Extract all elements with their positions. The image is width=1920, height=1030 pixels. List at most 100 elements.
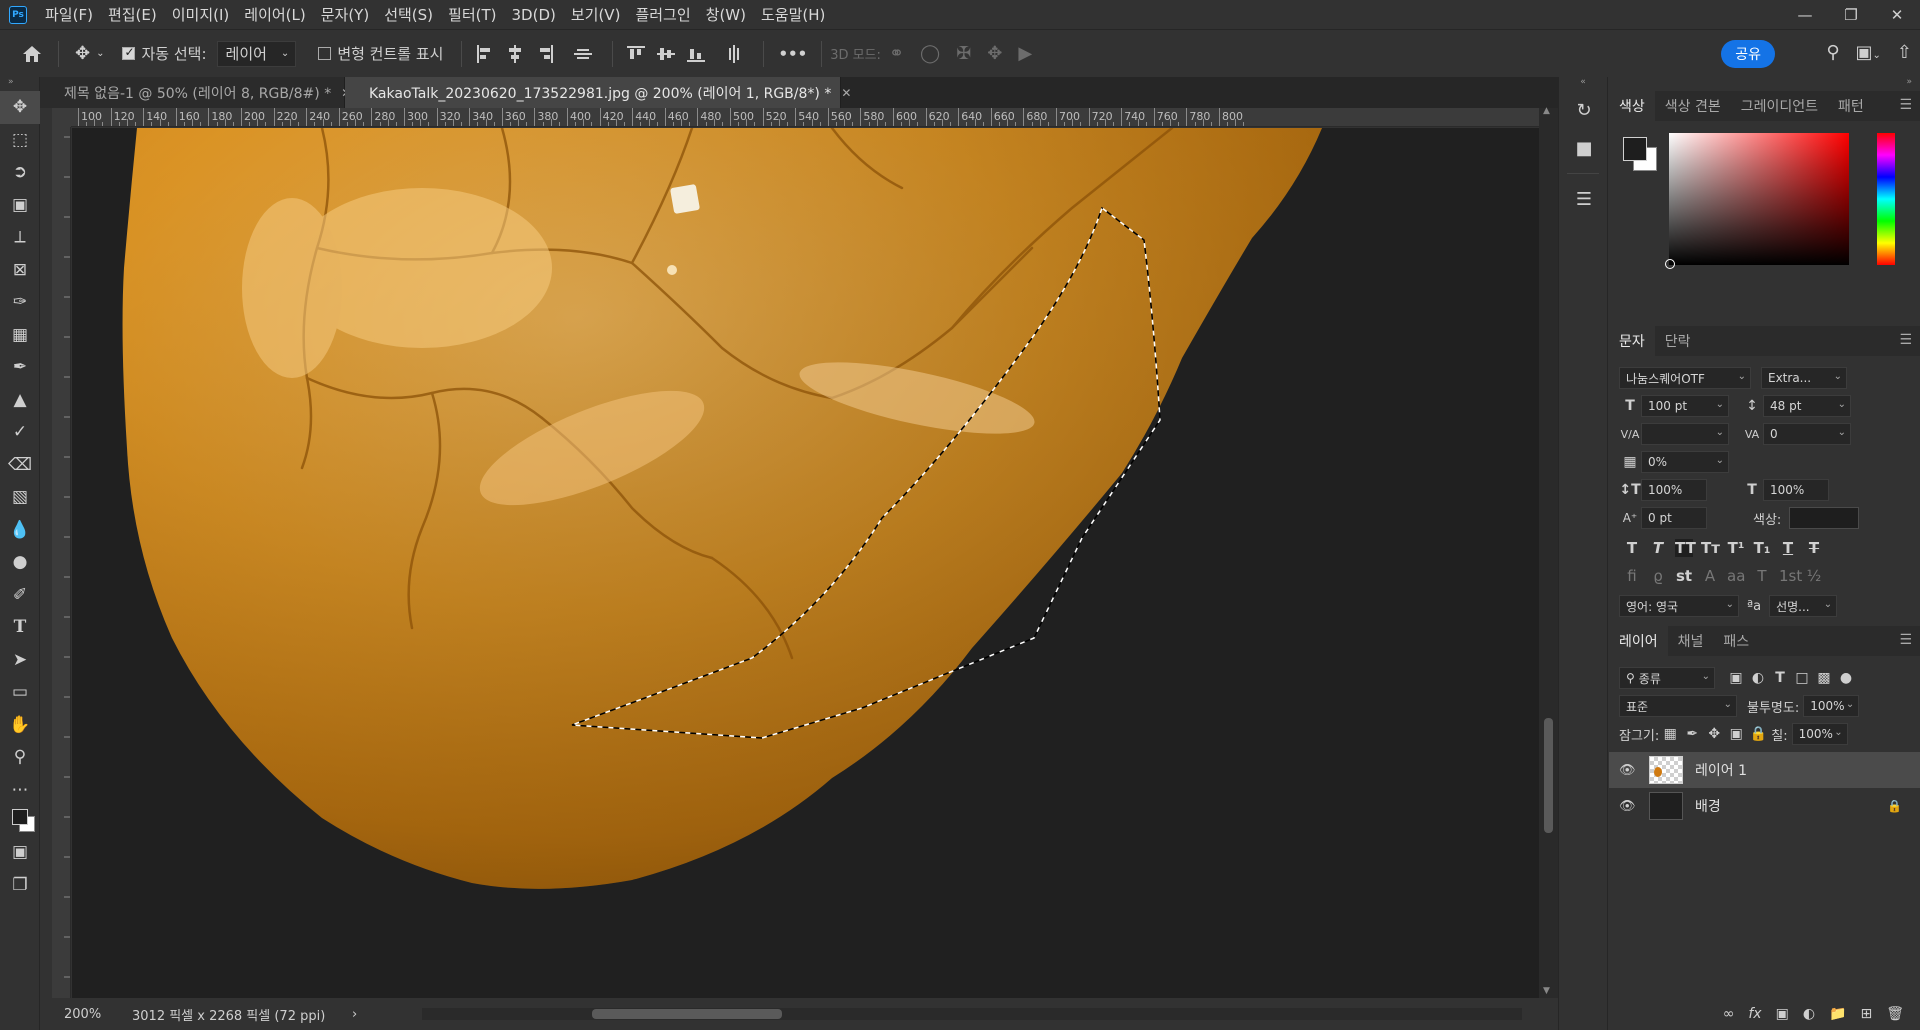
new-layer-icon[interactable]: ⊞ (1860, 1006, 1872, 1022)
horizontal-scrollbar[interactable] (422, 1008, 1522, 1020)
menu-layer[interactable]: 레이어(L) (244, 4, 305, 25)
close-tab-icon[interactable]: ✕ (841, 86, 851, 100)
antialias-select[interactable]: 선명... ⌄ (1769, 595, 1838, 617)
tab-layers[interactable]: 레이어 (1609, 626, 1668, 656)
distribute-vertical-icon[interactable] (725, 44, 743, 63)
align-top-icon[interactable] (627, 45, 646, 63)
zoom-tool-icon[interactable]: ⚲ (0, 741, 40, 774)
menu-view[interactable]: 보기(V) (571, 4, 621, 25)
tab-untitled-1[interactable]: 제목 없음-1 @ 50% (레이어 8, RGB/8#) * ✕ (40, 77, 351, 108)
adjustment-layer-icon[interactable]: ◐ (1803, 1006, 1815, 1022)
menu-type[interactable]: 문자(Y) (321, 4, 369, 25)
faux-italic-icon[interactable]: T (1649, 539, 1667, 557)
screen-mode-icon[interactable]: ❐ (0, 869, 40, 902)
expand-icon[interactable]: » (1609, 77, 1920, 91)
tracking-field[interactable]: 0 ⌄ (1763, 423, 1851, 445)
filter-type-icon[interactable]: T (1769, 670, 1791, 686)
align-bottom-icon[interactable] (687, 45, 706, 63)
eraser-tool-icon[interactable]: ⌫ (0, 449, 40, 482)
panel-menu-icon[interactable]: ☰ (1899, 97, 1912, 113)
leading-field[interactable]: 48 pt ⌄ (1763, 395, 1851, 417)
foreground-color-swatch[interactable] (1623, 137, 1647, 161)
menu-edit[interactable]: 편집(E) (108, 4, 157, 25)
lock-transparency-icon[interactable]: ▦ (1659, 726, 1681, 742)
tab-paths[interactable]: 패스 (1713, 626, 1759, 656)
rectangle-tool-icon[interactable]: ▭ (0, 676, 40, 709)
more-tools-icon[interactable]: ⋯ (0, 774, 40, 807)
type-tool-icon[interactable]: T (0, 611, 40, 644)
layer-row-background[interactable]: 👁 배경 🔒 (1609, 788, 1920, 824)
font-family-select[interactable]: 나눔스퀘어OTF ⌄ (1619, 367, 1751, 389)
history-icon[interactable]: ↻ (1559, 91, 1609, 129)
add-mask-icon[interactable]: ▣ (1776, 1006, 1789, 1022)
healing-tool-icon[interactable]: ▦ (0, 319, 40, 352)
color-picker-field[interactable] (1665, 133, 1849, 269)
horizontal-scale-field[interactable]: 100% (1763, 479, 1829, 501)
blur-tool-icon[interactable]: 💧 (0, 514, 40, 547)
visibility-eye-icon[interactable]: 👁 (1619, 799, 1641, 814)
fx-icon[interactable]: fx (1748, 1006, 1761, 1022)
menu-window[interactable]: 창(W) (706, 4, 746, 25)
move-tool-icon[interactable]: ✥ (0, 91, 40, 124)
visibility-eye-icon[interactable]: 👁 (1619, 763, 1641, 778)
zoom-level[interactable]: 200% (52, 1007, 112, 1022)
filter-smart-object-icon[interactable]: ▩ (1813, 670, 1835, 686)
auto-select-checkbox[interactable] (122, 45, 136, 60)
ruler-origin[interactable] (52, 108, 71, 127)
gradient-tool-icon[interactable]: ▧ (0, 481, 40, 514)
search-icon[interactable]: ⚲ (1826, 42, 1839, 63)
marquee-tool-icon[interactable]: ⬚ (0, 124, 40, 157)
hue-slider[interactable] (1877, 133, 1895, 265)
faux-bold-icon[interactable]: T (1623, 539, 1641, 557)
stamp-tool-icon[interactable]: ▲ (0, 384, 40, 417)
opacity-field[interactable]: 100% ⌄ (1803, 695, 1860, 717)
tab-swatches[interactable]: 색상 견본 (1655, 91, 1731, 121)
tab-channels[interactable]: 채널 (1668, 626, 1714, 656)
auto-select-dropdown[interactable]: 레이어 ⌄ (216, 40, 297, 67)
filter-adjustment-icon[interactable]: ◐ (1747, 670, 1769, 686)
strikethrough-icon[interactable]: T (1805, 539, 1823, 557)
panel-menu-icon[interactable]: ☰ (1899, 632, 1912, 648)
align-left-icon[interactable] (476, 44, 494, 63)
link-layers-icon[interactable]: ∞ (1723, 1006, 1735, 1022)
frame-tool-icon[interactable]: ⊠ (0, 254, 40, 287)
delete-layer-icon[interactable]: 🗑 (1886, 1006, 1904, 1022)
move-tool-icon[interactable]: ✥ ⌄ (75, 43, 104, 64)
lasso-tool-icon[interactable]: ➲ (0, 156, 40, 189)
panel-menu-icon[interactable]: ☰ (1899, 332, 1912, 348)
menu-filter[interactable]: 필터(T) (448, 4, 496, 25)
quick-mask-icon[interactable]: ▣ (0, 836, 40, 869)
adjustments-icon[interactable]: ☰ (1559, 180, 1609, 218)
small-caps-icon[interactable]: Tᴛ (1701, 539, 1720, 557)
minimize-icon[interactable]: — (1782, 0, 1828, 29)
tab-gradients[interactable]: 그레이디언트 (1731, 91, 1828, 121)
baseline-shift-field[interactable]: 0 pt (1641, 507, 1707, 529)
subscript-icon[interactable]: T₁ (1753, 539, 1771, 557)
lock-all-icon[interactable]: 🔒 (1747, 726, 1769, 742)
text-color-swatch[interactable] (1789, 507, 1860, 529)
object-select-tool-icon[interactable]: ▣ (0, 189, 40, 222)
color-picker-marker[interactable] (1665, 259, 1675, 269)
lock-image-icon[interactable]: ✒ (1681, 726, 1703, 742)
language-select[interactable]: 영어: 영국 ⌄ (1619, 595, 1739, 617)
lock-position-icon[interactable]: ✥ (1703, 726, 1725, 742)
distribute-icon[interactable] (574, 45, 593, 63)
tab-patterns[interactable]: 패턴 (1828, 91, 1874, 121)
brush-tool-icon[interactable]: ✒ (0, 351, 40, 384)
vertical-scrollbar[interactable]: ▲ ▼ (1539, 106, 1558, 998)
menu-3d[interactable]: 3D(D) (512, 6, 556, 24)
foreground-color-swatch[interactable] (12, 809, 28, 825)
vertical-scale-field[interactable]: 100% (1641, 479, 1707, 501)
tab-paragraph[interactable]: 단락 (1655, 326, 1701, 356)
tab-color[interactable]: 색상 (1609, 91, 1655, 121)
superscript-icon[interactable]: T¹ (1727, 539, 1745, 557)
share-button[interactable]: 공유 (1721, 40, 1775, 68)
horizontal-scroll-thumb[interactable] (592, 1009, 782, 1019)
path-select-tool-icon[interactable]: ➤ (0, 644, 40, 677)
align-right-icon[interactable] (536, 44, 554, 63)
fill-field[interactable]: 100% ⌄ (1791, 723, 1848, 745)
transform-controls-checkbox[interactable] (318, 47, 332, 60)
scroll-up-icon[interactable]: ▲ (1543, 106, 1550, 116)
color-swatches[interactable] (0, 806, 40, 836)
scroll-down-icon[interactable]: ▼ (1543, 986, 1550, 996)
